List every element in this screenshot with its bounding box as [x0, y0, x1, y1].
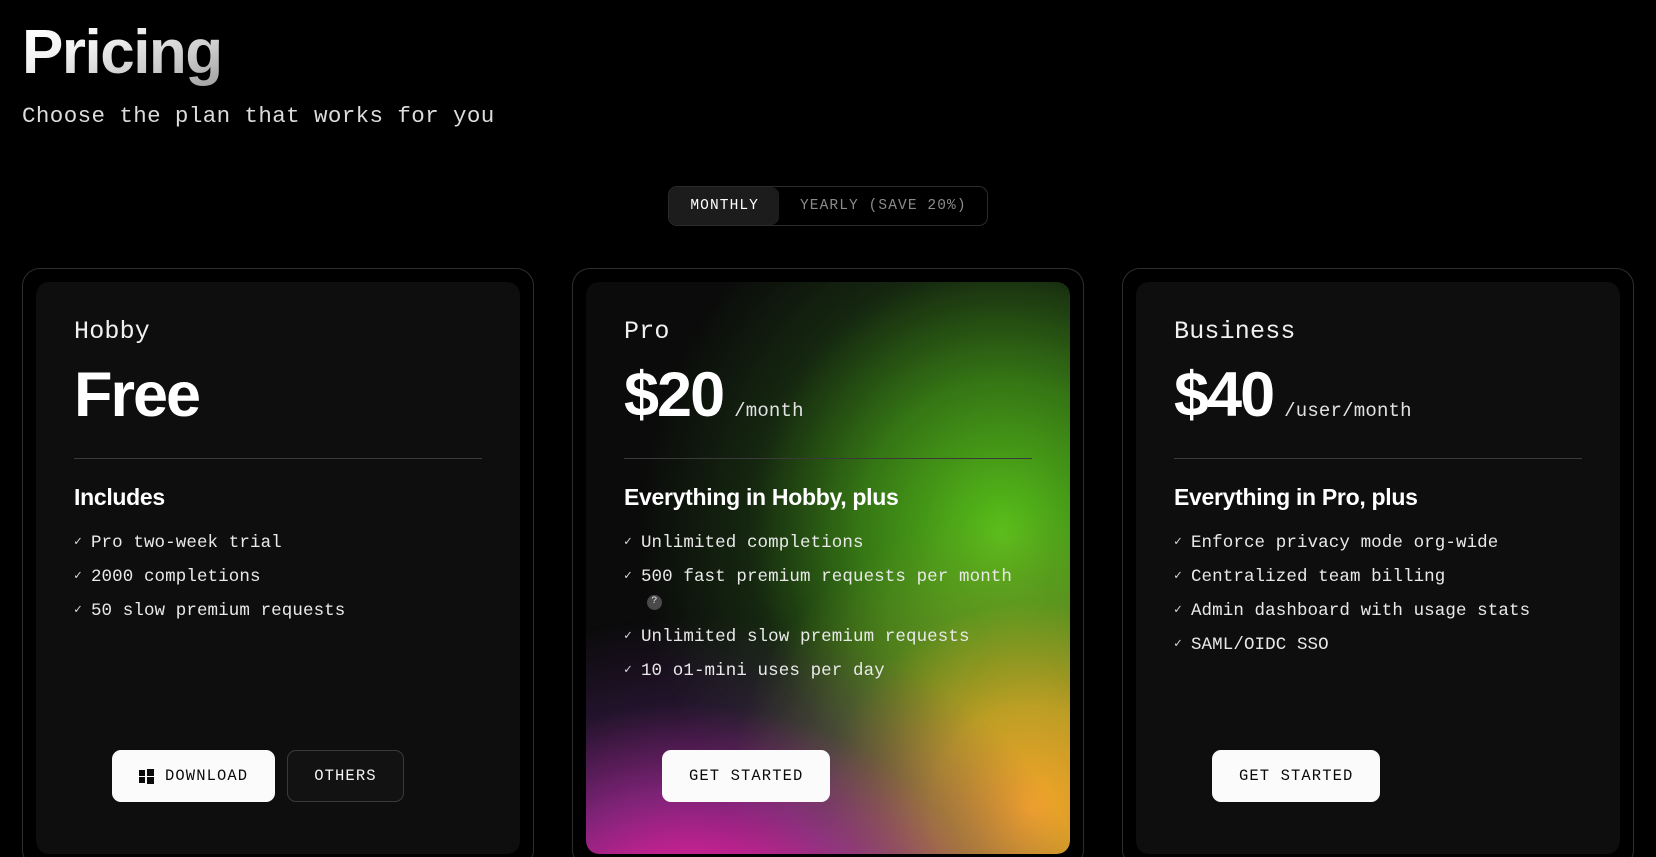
feature-label: 50 slow premium requests [90, 600, 346, 621]
feature-item: ✓ Enforce privacy mode org-wide [1174, 531, 1582, 557]
plan-card-body: Hobby Free Includes ✓ Pro two-week trial [36, 282, 520, 854]
feature-label: Admin dashboard with usage stats [1190, 600, 1531, 621]
feature-item: ✓ Admin dashboard with usage stats [1174, 599, 1582, 625]
pricing-page: Pricing Choose the plan that works for y… [0, 0, 1656, 857]
feature-item: ✓ 500 fast premium requests per month? [624, 565, 1032, 617]
feature-item: ✓ 2000 completions [74, 565, 482, 591]
windows-icon [139, 768, 154, 784]
feature-label: Enforce privacy mode org-wide [1190, 533, 1499, 553]
plan-price: $40 [1174, 360, 1275, 430]
plan-period: /user/month [1284, 400, 1412, 422]
check-icon: ✓ [624, 627, 632, 643]
plan-feature-list: ✓ Enforce privacy mode org-wide ✓ Centra… [1174, 531, 1582, 659]
feature-label: Unlimited slow premium requests [640, 626, 970, 647]
page-header: Pricing Choose the plan that works for y… [0, 0, 1656, 129]
plan-actions: GET STARTED [662, 750, 831, 802]
check-icon: ✓ [74, 534, 82, 549]
plan-includes-title: Everything in Hobby, plus [624, 484, 899, 510]
plan-actions: GET STARTED [1212, 750, 1381, 802]
get-started-button-label: GET STARTED [1239, 767, 1354, 785]
plan-includes-title: Includes [74, 484, 165, 510]
get-started-button[interactable]: GET STARTED [662, 750, 831, 802]
feature-item: ✓ Unlimited completions [624, 531, 1032, 557]
page-title: Pricing [22, 14, 223, 92]
plan-includes-title: Everything in Pro, plus [1174, 484, 1418, 510]
plan-price-row: $40 /user/month [1174, 364, 1582, 427]
plan-name: Business [1174, 317, 1296, 346]
feature-item: ✓ Centralized team billing [1174, 565, 1582, 591]
feature-label: SAML/OIDC SSO [1190, 634, 1329, 655]
plan-card-pro[interactable]: Pro $20 /month Everything in Hobby, plus… [572, 268, 1084, 857]
pricing-cards: Hobby Free Includes ✓ Pro two-week trial [22, 268, 1634, 857]
card-divider [74, 458, 482, 459]
help-icon[interactable]: ? [646, 594, 662, 610]
feature-label: Pro two-week trial [90, 533, 282, 553]
toggle-option-monthly[interactable]: MONTHLY [669, 186, 779, 225]
download-button[interactable]: DOWNLOAD [112, 750, 276, 802]
billing-toggle[interactable]: MONTHLY YEARLY (SAVE 20%) [668, 185, 988, 226]
plan-price-row: $20 /month [624, 364, 1032, 427]
plan-name: Pro [624, 317, 670, 346]
feature-item: ✓ 50 slow premium requests [74, 599, 482, 625]
feature-item: ✓ 10 o1-mini uses per day [624, 659, 1032, 685]
download-button-label: DOWNLOAD [165, 767, 249, 785]
check-icon: ✓ [1174, 534, 1182, 549]
check-icon: ✓ [1174, 635, 1182, 651]
plan-actions: DOWNLOAD OTHERS [112, 750, 404, 802]
toggle-option-yearly[interactable]: YEARLY (SAVE 20%) [779, 187, 987, 225]
feature-label: 10 o1-mini uses per day [640, 660, 885, 681]
check-icon: ✓ [624, 534, 632, 549]
others-button-label: OTHERS [314, 767, 377, 785]
feature-label: Unlimited completions [640, 533, 864, 553]
plan-card-business[interactable]: Business $40 /user/month Everything in P… [1122, 268, 1634, 857]
feature-label: 2000 completions [90, 566, 261, 587]
plan-name: Hobby [74, 317, 151, 346]
feature-item: ✓ SAML/OIDC SSO [1174, 633, 1582, 659]
billing-toggle-wrapper: MONTHLY YEARLY (SAVE 20%) [0, 185, 1656, 226]
plan-period: /month [734, 400, 804, 422]
card-divider [624, 458, 1032, 459]
feature-item: ✓ Pro two-week trial [74, 531, 482, 557]
check-icon: ✓ [74, 601, 82, 617]
check-icon: ✓ [624, 567, 632, 583]
plan-feature-list: ✓ Pro two-week trial ✓ 2000 completions … [74, 531, 482, 625]
others-button[interactable]: OTHERS [287, 750, 404, 802]
feature-label: 500 fast premium requests per month? [641, 565, 1032, 617]
get-started-button[interactable]: GET STARTED [1212, 750, 1381, 802]
plan-feature-list: ✓ Unlimited completions ✓ 500 fast premi… [624, 531, 1032, 684]
plan-price: Free [74, 360, 201, 430]
check-icon: ✓ [1174, 567, 1182, 583]
page-subtitle: Choose the plan that works for you [22, 102, 495, 129]
check-icon: ✓ [624, 661, 632, 677]
feature-item: ✓ Unlimited slow premium requests [624, 625, 1032, 651]
check-icon: ✓ [1174, 601, 1182, 617]
plan-card-body: Pro $20 /month Everything in Hobby, plus… [586, 282, 1070, 854]
plan-price-row: Free [74, 364, 482, 427]
get-started-button-label: GET STARTED [689, 767, 804, 785]
plan-price: $20 [624, 360, 725, 430]
card-divider [1174, 458, 1582, 459]
check-icon: ✓ [74, 567, 82, 583]
plan-card-hobby[interactable]: Hobby Free Includes ✓ Pro two-week trial [22, 268, 534, 857]
plan-card-body: Business $40 /user/month Everything in P… [1136, 282, 1620, 854]
feature-label: Centralized team billing [1190, 566, 1446, 587]
